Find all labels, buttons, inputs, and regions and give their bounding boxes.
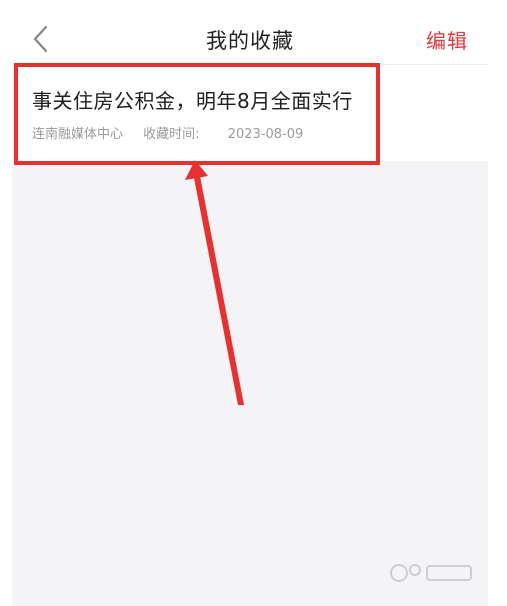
favorite-item-source: 连南融媒体中心	[32, 127, 124, 142]
nav-bar: 我的收藏 编辑	[12, 14, 488, 65]
favorites-list: 事关住房公积金，明年8月全面实行 连南融媒体中心 收藏时间: 2023-08-0…	[12, 65, 488, 161]
edit-button[interactable]: 编辑	[426, 25, 468, 54]
favorite-item-title[interactable]: 事关住房公积金，明年8月全面实行	[32, 85, 353, 114]
screenshot-frame: 我的收藏 编辑 事关住房公积金，明年8月全面实行 连南融媒体中心 收藏时间: 2…	[0, 0, 507, 606]
page-title: 我的收藏	[206, 29, 294, 53]
favorite-item[interactable]: 事关住房公积金，明年8月全面实行 连南融媒体中心 收藏时间: 2023-08-0…	[12, 65, 488, 161]
favorite-item-meta: 连南融媒体中心 收藏时间: 2023-08-09	[32, 123, 303, 142]
favorite-time-label: 收藏时间:	[143, 127, 200, 142]
app-screen: 我的收藏 编辑 事关住房公积金，明年8月全面实行 连南融媒体中心 收藏时间: 2…	[12, 0, 488, 606]
status-bar	[12, 0, 488, 14]
favorite-time-value: 2023-08-09	[227, 127, 304, 142]
